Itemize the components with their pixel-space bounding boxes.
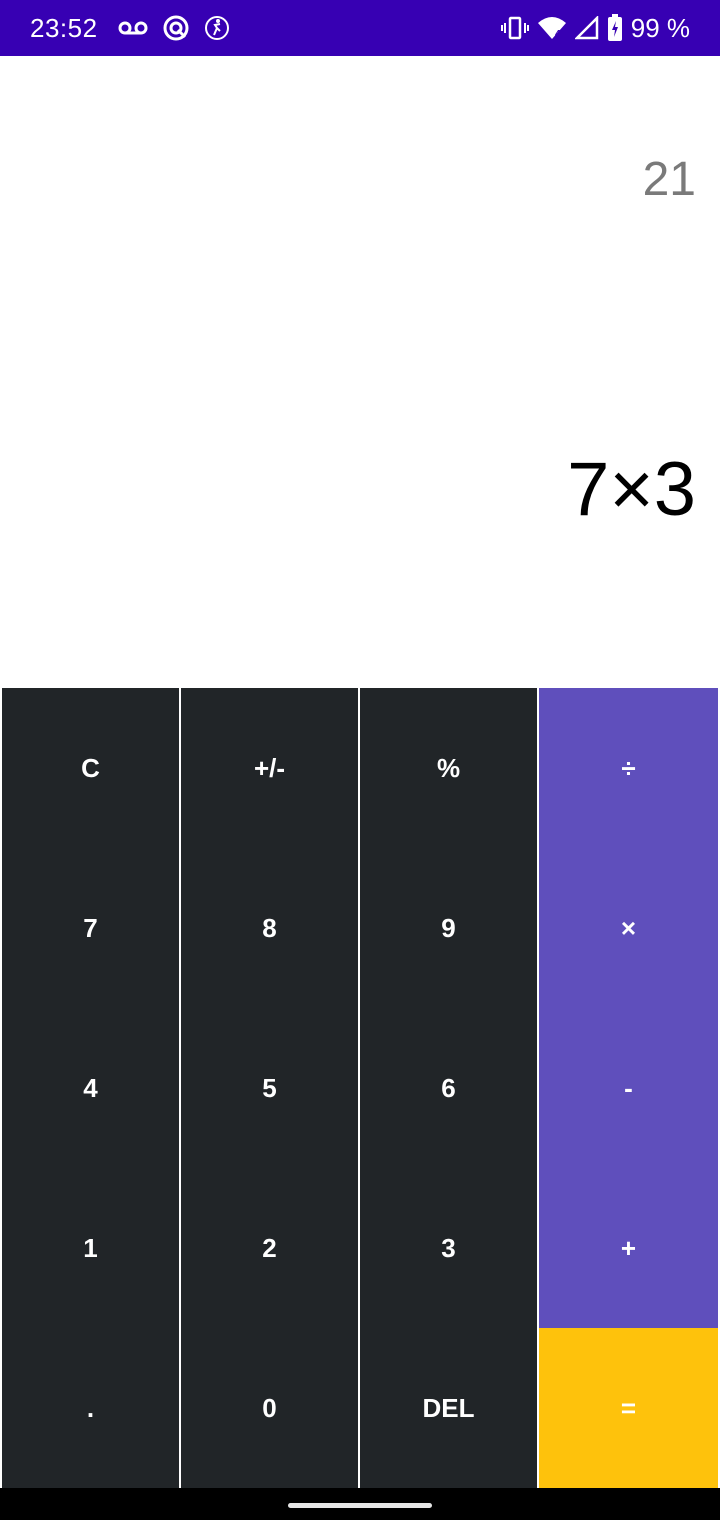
svg-text:4: 4 — [555, 29, 561, 40]
subtract-button[interactable]: - — [539, 1008, 718, 1168]
activity-icon — [204, 15, 230, 41]
calculator-display: 21 7×3 — [0, 56, 720, 688]
home-gesture-handle[interactable] — [288, 1503, 432, 1508]
status-bar: 23:52 4 99 % — [0, 0, 720, 56]
digit-5-button[interactable]: 5 — [181, 1008, 358, 1168]
divide-button[interactable]: ÷ — [539, 688, 718, 848]
digit-7-button[interactable]: 7 — [2, 848, 179, 1008]
wifi-icon: 4 — [537, 16, 567, 40]
result-text: 21 — [642, 153, 696, 206]
multiply-button[interactable]: × — [539, 848, 718, 1008]
digit-8-button[interactable]: 8 — [181, 848, 358, 1008]
equals-button[interactable]: = — [539, 1328, 718, 1488]
digit-6-button[interactable]: 6 — [360, 1008, 537, 1168]
digit-3-button[interactable]: 3 — [360, 1168, 537, 1328]
delete-button[interactable]: DEL — [360, 1328, 537, 1488]
expression-text: 7×3 — [567, 447, 696, 532]
digit-1-button[interactable]: 1 — [2, 1168, 179, 1328]
status-notification-icons — [118, 14, 230, 42]
voicemail-icon — [118, 20, 148, 36]
add-button[interactable]: + — [539, 1168, 718, 1328]
digit-0-button[interactable]: 0 — [181, 1328, 358, 1488]
navigation-bar — [0, 1488, 720, 1520]
digit-4-button[interactable]: 4 — [2, 1008, 179, 1168]
status-time: 23:52 — [30, 12, 98, 43]
battery-icon — [607, 14, 623, 42]
digit-9-button[interactable]: 9 — [360, 848, 537, 1008]
percent-button[interactable]: % — [360, 688, 537, 848]
plus-minus-button[interactable]: +/- — [181, 688, 358, 848]
clear-button[interactable]: C — [2, 688, 179, 848]
signal-icon — [574, 16, 599, 40]
battery-percentage: 99 % — [630, 12, 690, 43]
status-system-icons: 4 99 % — [500, 12, 690, 44]
decimal-button[interactable]: . — [2, 1328, 179, 1488]
vibrate-icon — [500, 16, 529, 40]
keypad: C +/- % ÷ 7 8 9 × 4 5 6 - 1 2 3 + . 0 DE… — [0, 688, 720, 1488]
data-saver-icon — [162, 14, 190, 42]
digit-2-button[interactable]: 2 — [181, 1168, 358, 1328]
